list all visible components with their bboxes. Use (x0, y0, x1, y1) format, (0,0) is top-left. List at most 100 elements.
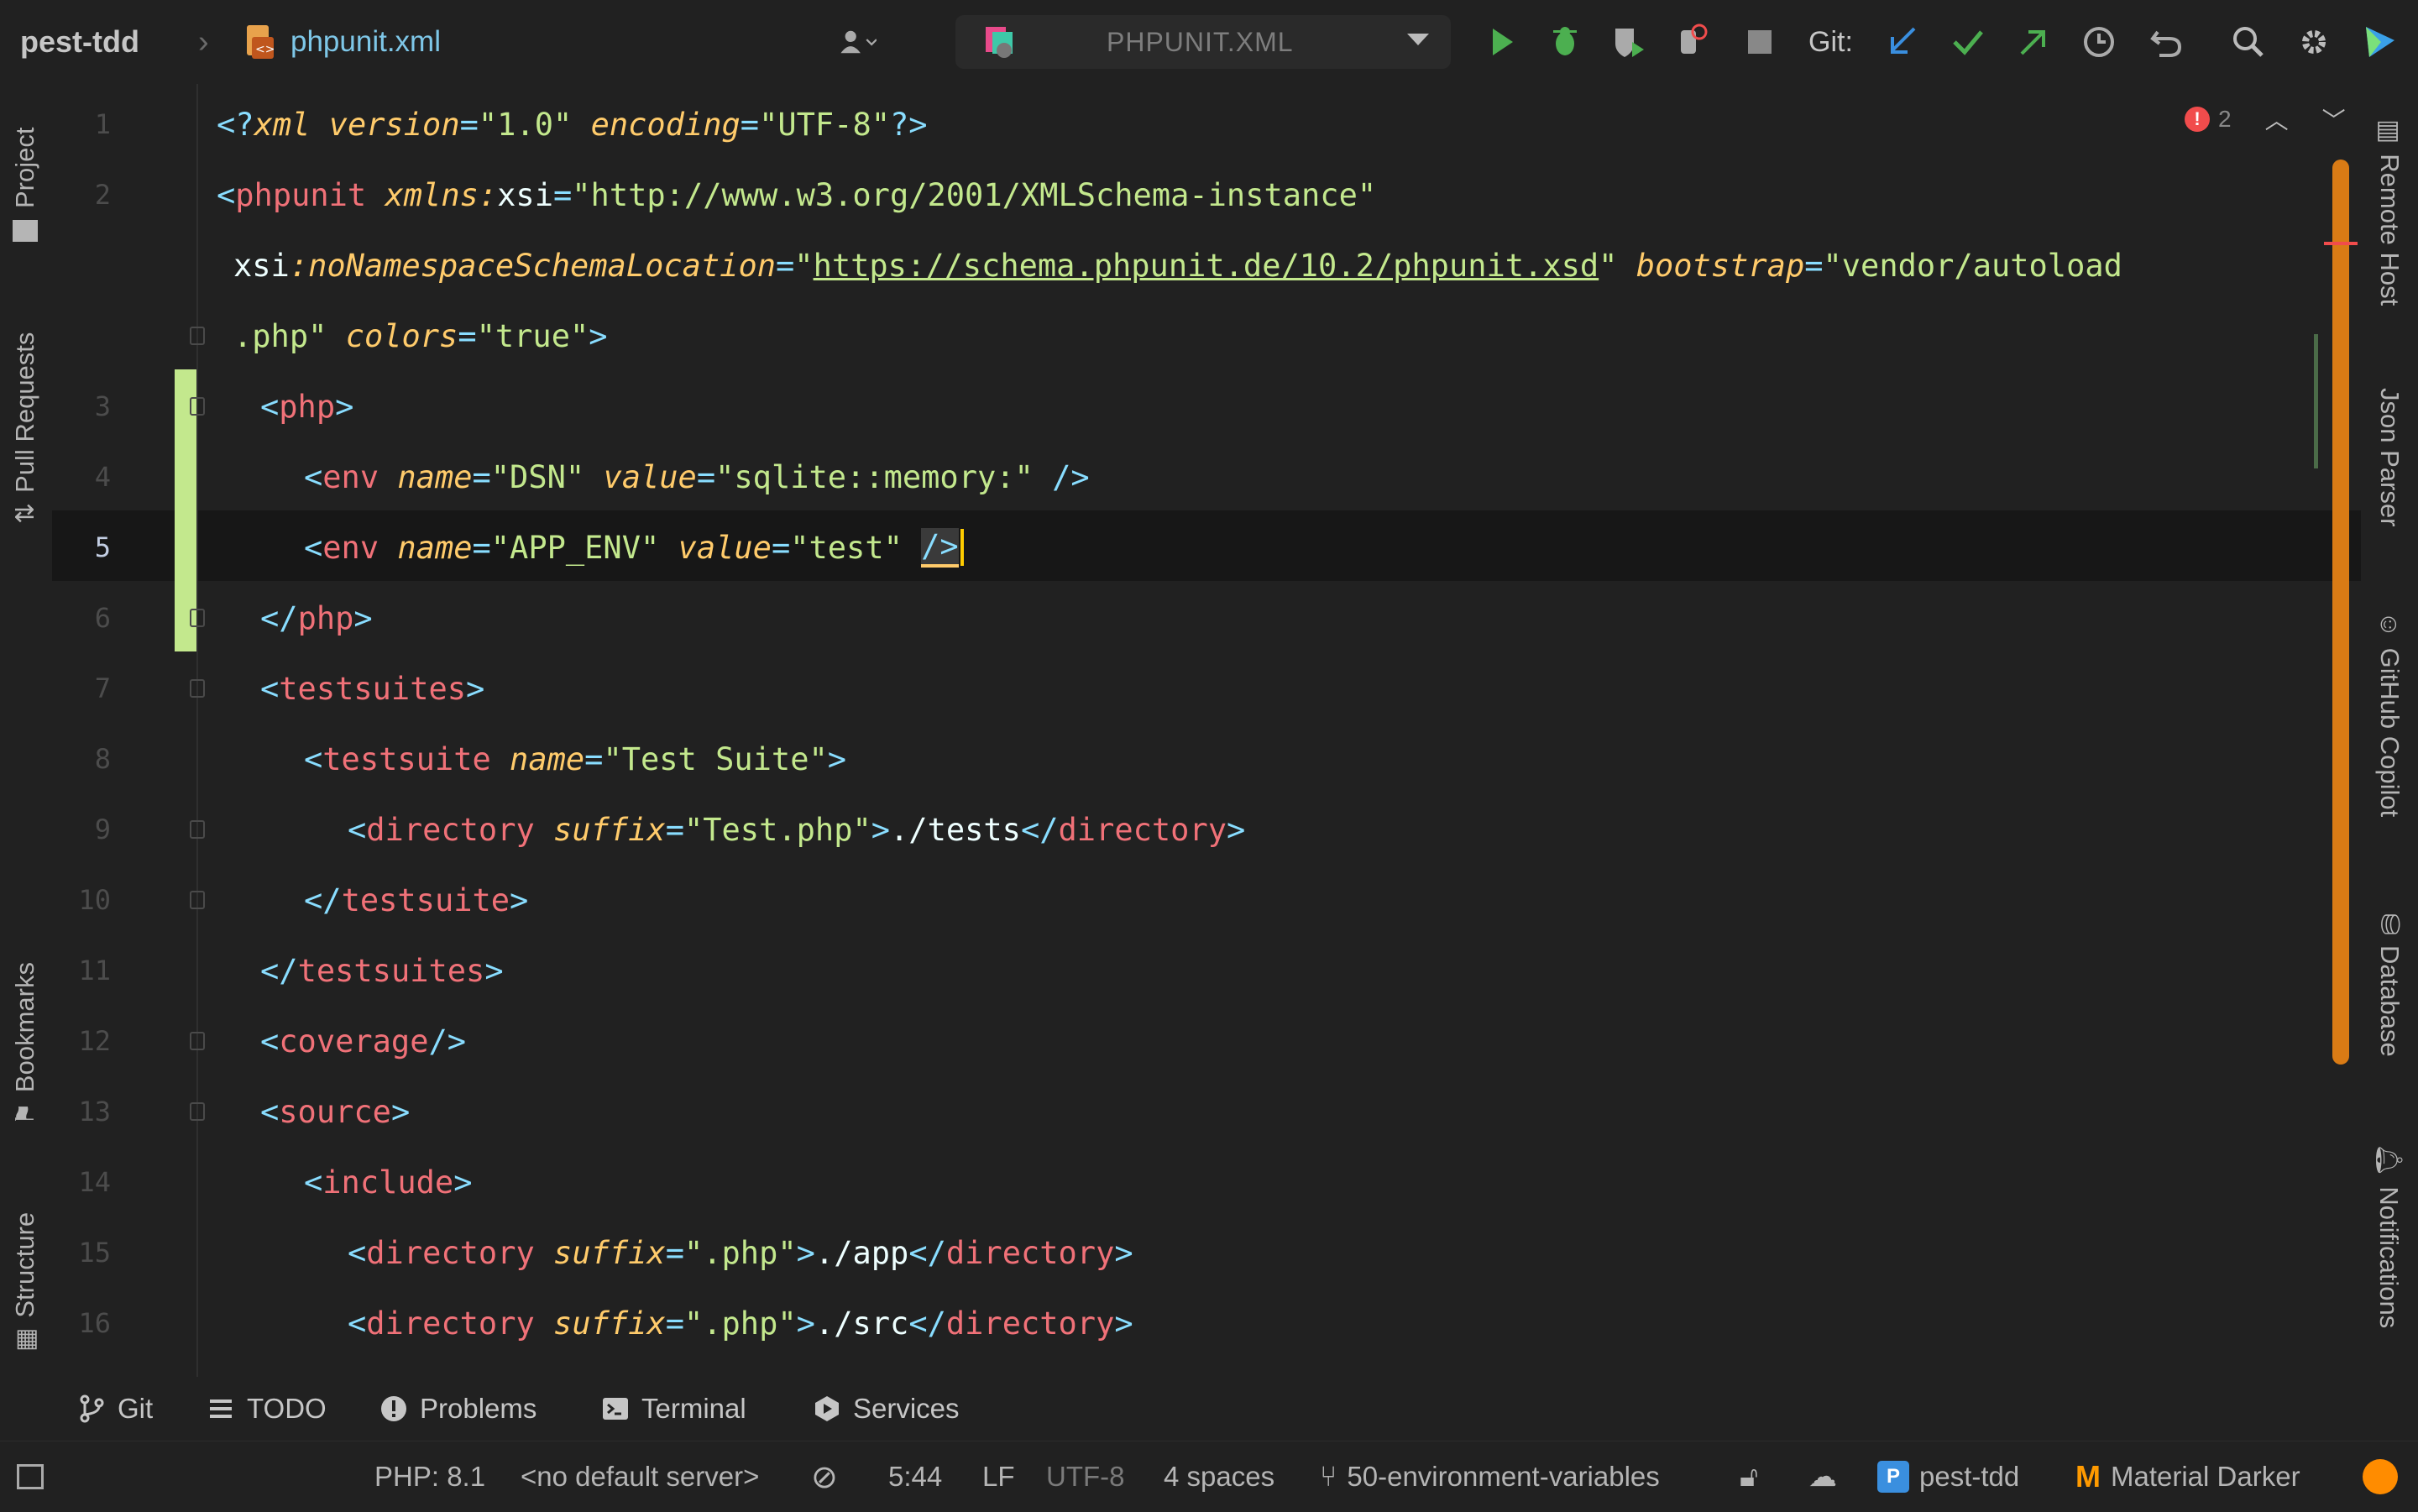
rollback-icon[interactable] (2148, 24, 2185, 60)
next-highlight-icon[interactable]: ﹀ (2322, 102, 2346, 136)
coverage-icon[interactable] (1610, 24, 1647, 60)
code-token: testsuite (341, 882, 510, 918)
theme-widget[interactable]: M Material Darker (2075, 1441, 2300, 1512)
code-line[interactable]: </php > (260, 583, 373, 653)
search-icon[interactable] (2230, 24, 2267, 60)
status-indicator[interactable] (2363, 1441, 2398, 1512)
code-editor[interactable]: 1 2 3 4 5 6 7 8 9 10 11 12 13 14 15 16 <? xml version = "1… (52, 84, 2361, 1377)
caret-position[interactable]: 5:44 (888, 1441, 942, 1512)
tool-tab-terminal-label: Terminal (641, 1393, 746, 1424)
fold-marker-icon[interactable] (190, 679, 205, 698)
line-number: 8 (94, 743, 111, 775)
code-line[interactable]: .php" colors = "true" > (233, 301, 608, 371)
previous-highlight-icon[interactable]: ︿ (2265, 102, 2289, 136)
project-name[interactable]: pest-tdd (20, 0, 139, 84)
deployment-server[interactable]: <no default server> (521, 1441, 759, 1512)
copilot-disabled-icon[interactable]: ⊘ (811, 1441, 838, 1512)
line-number: 9 (94, 814, 111, 845)
debug-icon[interactable] (1547, 24, 1583, 60)
text-caret (960, 529, 964, 566)
php-project-icon: P (1877, 1461, 1909, 1493)
tool-tab-services[interactable]: Services (813, 1377, 960, 1441)
jetbrains-ai-icon[interactable] (2361, 24, 2398, 60)
cloud-settings-icon[interactable]: ☁ (1808, 1441, 1837, 1512)
tool-tab-notifications[interactable]: 🔔︎ Notifications (2374, 1143, 2405, 1328)
indent-setting[interactable]: 4 spaces (1164, 1441, 1274, 1512)
tool-tab-structure[interactable]: ▦ Structure (10, 1212, 40, 1352)
file-encoding[interactable]: UTF-8 (1046, 1441, 1125, 1512)
code-line[interactable]: < testsuite name = "Test Suite" > (304, 724, 846, 794)
tool-tab-git[interactable]: Git (77, 1377, 153, 1441)
code-token: "sqlite::memory:" (715, 458, 1034, 495)
fold-marker-icon[interactable] (190, 820, 205, 839)
fold-marker-icon[interactable] (190, 1102, 205, 1121)
code-line[interactable]: </testsuites > (260, 935, 504, 1006)
code-line[interactable]: < env name = "DSN" value = "sqlite::memory:" … (304, 442, 1090, 512)
git-commit-icon[interactable] (1950, 24, 1986, 60)
code-token: colors (345, 317, 458, 354)
tool-tab-problems[interactable]: Problems (379, 1377, 536, 1441)
editor-scrollbar[interactable] (2332, 160, 2349, 1065)
code-line[interactable]: </testsuite > (304, 865, 528, 935)
tool-tab-pull-requests[interactable]: ⇅ Pull Requests (10, 332, 40, 524)
fold-marker-icon[interactable] (190, 891, 205, 909)
line-separator[interactable]: LF (982, 1441, 1015, 1512)
profile-icon[interactable] (1674, 24, 1711, 60)
history-icon[interactable] (2080, 24, 2117, 60)
tool-tab-todo[interactable]: TODO (207, 1377, 327, 1441)
settings-gear-icon[interactable] (2295, 24, 2332, 60)
code-line[interactable]: < directory suffix = "Test.php" > ./tests </di… (348, 794, 1245, 865)
toggle-tool-windows-icon[interactable] (17, 1441, 44, 1512)
error-stripe-marker[interactable] (2324, 242, 2358, 245)
code-token: = (665, 1234, 684, 1271)
fold-marker-icon[interactable] (190, 327, 205, 345)
line-number: 16 (78, 1307, 111, 1339)
code-line[interactable]: < testsuites > (260, 653, 484, 724)
tool-tab-remote-host[interactable]: ▥ Remote Host (2374, 119, 2405, 306)
breadcrumb-file[interactable]: phpunit.xml (290, 0, 441, 84)
php-version[interactable]: PHP: 8.1 (374, 1441, 485, 1512)
code-token: "true" (476, 317, 589, 354)
code-line[interactable]: < php > (260, 371, 353, 442)
project-widget[interactable]: P pest-tdd (1877, 1441, 2019, 1512)
run-config-icon (986, 27, 1013, 58)
git-branch-widget[interactable]: ⑂ 50-environment-variables (1320, 1441, 1660, 1512)
code-token: < (304, 458, 323, 495)
run-icon[interactable] (1483, 24, 1520, 60)
git-push-icon[interactable] (2015, 24, 2052, 60)
tool-tab-database[interactable]: ⛁ Database (2374, 913, 2405, 1057)
database-icon: ⛁ (2375, 913, 2405, 935)
git-update-icon[interactable] (1884, 24, 1921, 60)
stop-icon[interactable] (1741, 24, 1778, 60)
code-line[interactable]: < source > (260, 1076, 410, 1147)
tool-tab-json-parser[interactable]: Json Parser (2374, 388, 2405, 526)
unlock-icon[interactable]: 🔓︎ (1740, 1441, 1758, 1512)
line-number: 12 (78, 1025, 111, 1057)
code-line[interactable]: xsi:noNamespaceSchemaLocation = " https://s… (233, 230, 2122, 301)
structure-icon: ▦ (11, 1327, 39, 1352)
code-line[interactable]: < directory suffix = ".php" > ./src </director… (348, 1288, 1133, 1358)
tool-tab-terminal[interactable]: Terminal (601, 1377, 746, 1441)
fold-marker-icon[interactable] (190, 609, 205, 627)
code-line[interactable]: < include > (304, 1147, 473, 1217)
code-line[interactable]: <? xml version = "1.0" encoding = "UTF-8" ?> (217, 89, 928, 160)
code-line[interactable]: < env name = "APP_ENV" value = "test" /> (304, 512, 964, 583)
tool-tab-project[interactable]: Project (10, 128, 40, 243)
tool-tab-github-copilot[interactable]: ☺ GitHub Copilot (2374, 611, 2405, 817)
tool-tab-bookmarks[interactable]: ⚑ Bookmarks (10, 962, 40, 1125)
fold-marker-icon[interactable] (190, 1032, 205, 1050)
fold-marker-icon[interactable] (190, 397, 205, 416)
code-token: = (740, 106, 760, 143)
run-configuration-selector[interactable]: PHPUNIT.XML (955, 15, 1451, 69)
code-line[interactable]: < coverage/> (260, 1006, 466, 1076)
tool-tab-json-parser-label: Json Parser (2375, 388, 2405, 527)
code-token: ?> (890, 106, 928, 143)
branch-icon: ⑂ (1320, 1460, 1337, 1493)
code-line[interactable]: < phpunit xmlns: xsi = "http://www.w3.org/20… (217, 160, 1376, 230)
inspection-indicator[interactable]: ! 2 ︿ ﹀ (2185, 102, 2346, 136)
code-token: testsuites (297, 952, 485, 989)
user-icon[interactable] (840, 24, 877, 60)
code-line[interactable]: < directory suffix = ".php" > ./app </director… (348, 1217, 1133, 1288)
code-token: </ (1020, 811, 1059, 848)
